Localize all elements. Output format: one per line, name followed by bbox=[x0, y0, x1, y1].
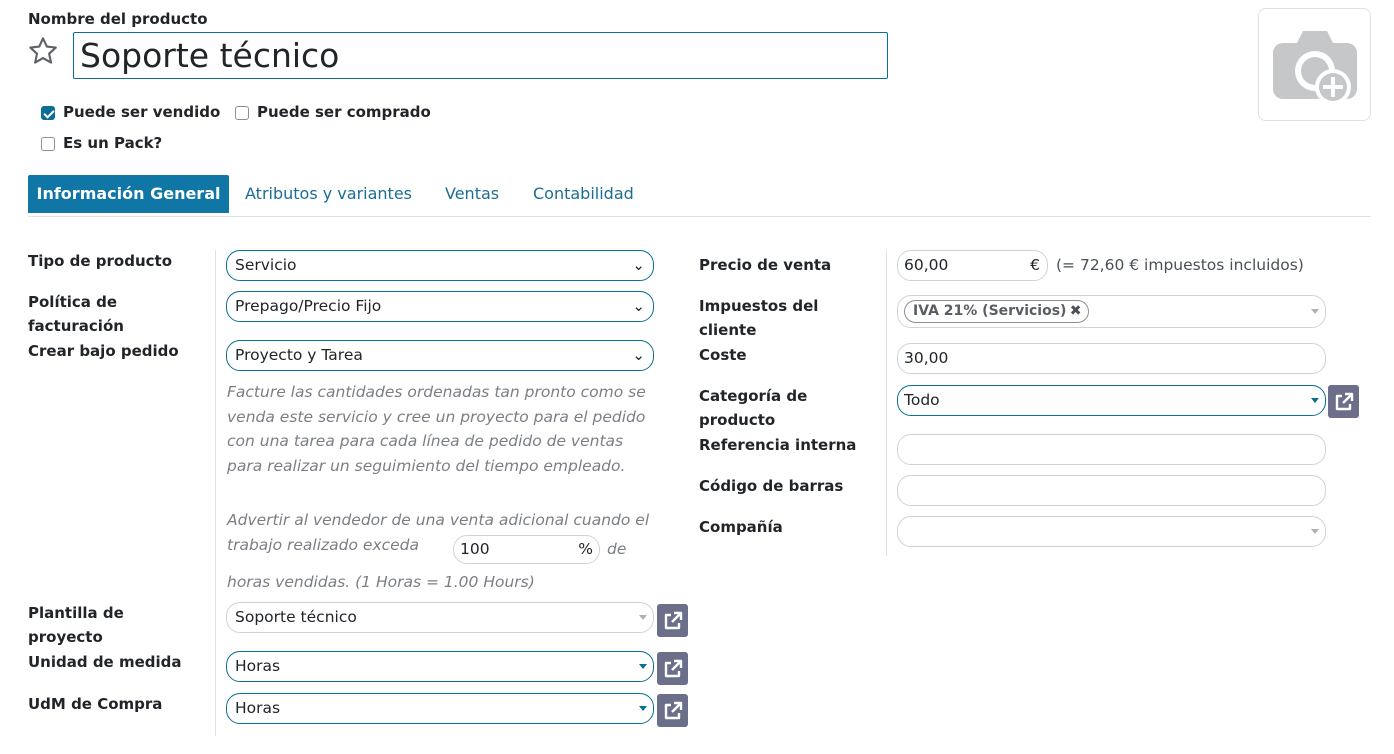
dropdown-arrow-icon bbox=[1311, 309, 1319, 314]
is-pack-checkbox[interactable] bbox=[41, 137, 55, 151]
invoice-policy-label: Política de facturación bbox=[28, 293, 124, 335]
product-name-label: Nombre del producto bbox=[28, 10, 208, 28]
tabs-divider bbox=[28, 216, 1371, 217]
cost-input[interactable]: 30,00 bbox=[897, 343, 1326, 374]
uom-external-link-button[interactable] bbox=[657, 652, 688, 685]
internal-reference-input[interactable] bbox=[897, 434, 1326, 465]
upsell-threshold-input[interactable]: 100 % bbox=[453, 535, 600, 564]
dropdown-arrow-icon bbox=[639, 615, 647, 620]
chevron-down-icon: ⌄ bbox=[632, 297, 645, 315]
company-label: Compañía bbox=[699, 518, 783, 536]
tab-accounting[interactable]: Contabilidad bbox=[533, 175, 634, 213]
external-link-icon bbox=[664, 701, 683, 720]
purchase-uom-external-link-button[interactable] bbox=[657, 694, 688, 727]
tab-attributes-variants[interactable]: Atributos y variantes bbox=[245, 175, 412, 213]
tab-sales[interactable]: Ventas bbox=[445, 175, 499, 213]
cost-label: Coste bbox=[699, 346, 747, 364]
project-template-label: Plantilla de proyecto bbox=[28, 604, 124, 646]
dropdown-arrow-icon bbox=[1311, 529, 1319, 534]
purchase-uom-label: UdM de Compra bbox=[28, 695, 163, 713]
external-link-icon bbox=[1335, 392, 1354, 411]
external-link-icon bbox=[664, 611, 683, 630]
can-be-sold-label: Puede ser vendido bbox=[63, 103, 221, 121]
product-category-select[interactable]: Todo bbox=[897, 385, 1326, 416]
customer-taxes-field[interactable]: IVA 21% (Servicios) ✖ bbox=[897, 295, 1326, 328]
service-tracking-help-text: Facture las cantidades ordenadas tan pro… bbox=[227, 383, 646, 475]
right-column-separator bbox=[886, 250, 887, 556]
sale-price-label: Precio de venta bbox=[699, 256, 832, 274]
sale-price-input[interactable]: 60,00 € bbox=[897, 250, 1048, 281]
project-template-external-link-button[interactable] bbox=[657, 604, 688, 637]
dropdown-arrow-icon bbox=[639, 664, 647, 669]
invoice-policy-select[interactable]: Prepago/Precio Fijo ⌄ bbox=[226, 291, 654, 322]
tax-tag: IVA 21% (Servicios) ✖ bbox=[904, 300, 1090, 323]
customer-taxes-label: Impuestos del cliente bbox=[699, 297, 819, 339]
product-category-external-link-button[interactable] bbox=[1328, 385, 1359, 418]
can-be-purchased-checkbox[interactable] bbox=[235, 106, 249, 120]
product-name-input[interactable]: Soporte técnico bbox=[73, 32, 888, 79]
can-be-purchased-label: Puede ser comprado bbox=[257, 103, 431, 121]
product-type-select[interactable]: Servicio ⌄ bbox=[226, 250, 654, 281]
external-link-icon bbox=[664, 659, 683, 678]
dropdown-arrow-icon bbox=[639, 706, 647, 711]
tab-general-information[interactable]: Información General bbox=[28, 175, 229, 213]
upsell-hours-sold-text: horas vendidas. (1 Horas = 1.00 Hours) bbox=[227, 573, 535, 591]
barcode-input[interactable] bbox=[897, 475, 1326, 506]
company-select[interactable] bbox=[897, 516, 1326, 547]
product-image-uploader[interactable] bbox=[1258, 8, 1371, 121]
currency-symbol: € bbox=[1030, 256, 1040, 274]
camera-add-icon bbox=[1271, 27, 1359, 109]
barcode-label: Código de barras bbox=[699, 477, 844, 495]
tax-included-price-text: (= 72,60 € impuestos incluidos) bbox=[1056, 256, 1304, 274]
chevron-down-icon: ⌄ bbox=[632, 256, 645, 274]
can-be-sold-checkbox[interactable] bbox=[41, 106, 55, 120]
create-on-order-label: Crear bajo pedido bbox=[28, 342, 179, 360]
is-pack-label: Es un Pack? bbox=[63, 134, 163, 152]
uom-select[interactable]: Horas bbox=[226, 651, 654, 682]
chevron-down-icon: ⌄ bbox=[632, 346, 645, 364]
percent-unit: % bbox=[578, 540, 593, 558]
purchase-uom-select[interactable]: Horas bbox=[226, 693, 654, 724]
uom-label: Unidad de medida bbox=[28, 653, 182, 671]
internal-reference-label: Referencia interna bbox=[699, 436, 857, 454]
product-type-label: Tipo de producto bbox=[28, 252, 172, 270]
product-category-label: Categoría de producto bbox=[699, 387, 808, 429]
remove-tag-icon[interactable]: ✖ bbox=[1070, 301, 1082, 322]
dropdown-arrow-icon bbox=[1311, 398, 1319, 403]
project-template-select[interactable]: Soporte técnico bbox=[226, 602, 654, 633]
left-column-separator bbox=[215, 250, 216, 736]
favorite-star-icon[interactable] bbox=[27, 35, 59, 71]
upsell-after-text: de bbox=[607, 540, 627, 558]
create-on-order-select[interactable]: Proyecto y Tarea ⌄ bbox=[226, 340, 654, 371]
